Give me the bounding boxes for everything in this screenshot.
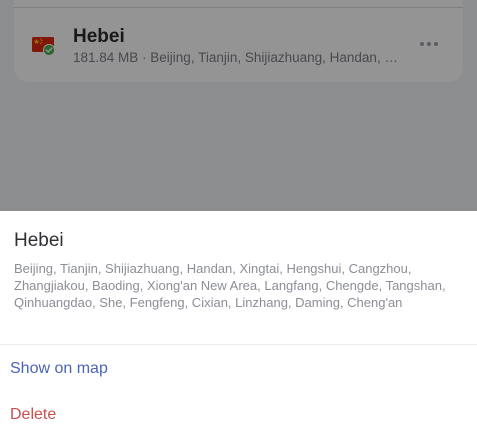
show-on-map-button[interactable]: Show on map	[10, 359, 108, 379]
delete-button[interactable]: Delete	[10, 405, 56, 425]
sheet-title: Hebei	[14, 230, 64, 251]
modal-scrim[interactable]	[0, 0, 477, 211]
sheet-description: Beijing, Tianjin, Shijiazhuang, Handan, …	[14, 261, 446, 310]
sheet-divider	[0, 344, 477, 345]
region-actions-sheet: Hebei Beijing, Tianjin, Shijiazhuang, Ha…	[0, 211, 477, 437]
